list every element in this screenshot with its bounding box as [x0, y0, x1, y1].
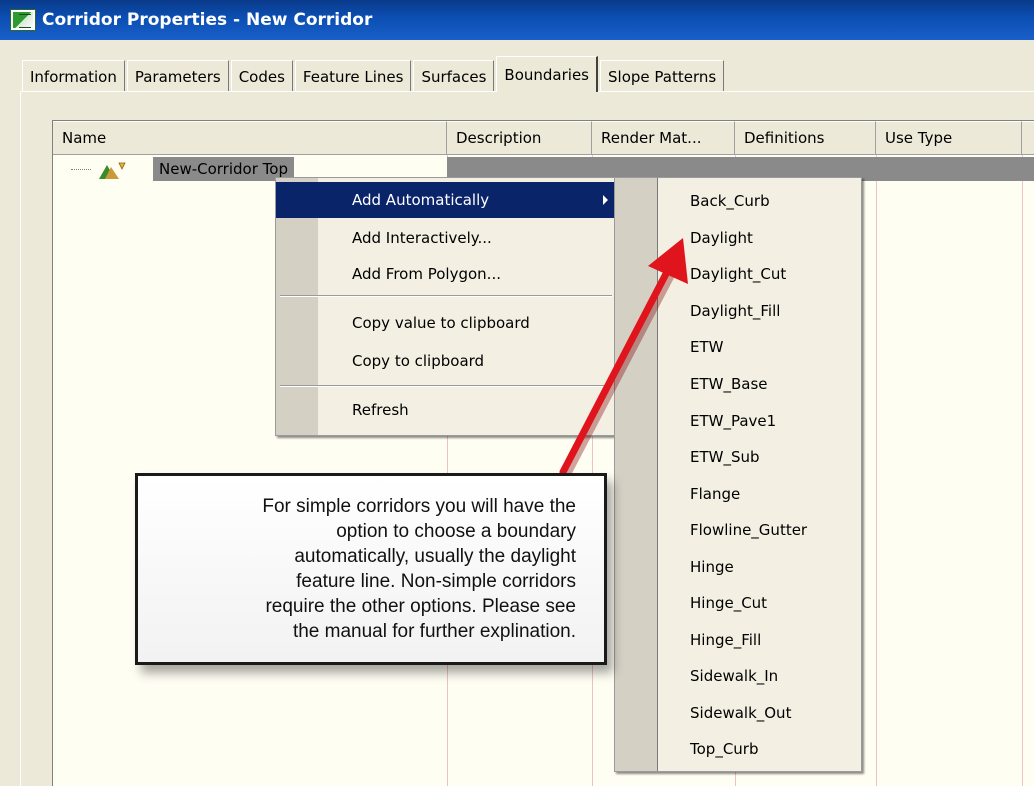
submenu-item-back-curb[interactable]: Back_Curb — [615, 183, 861, 219]
column-header-row: Name Description Render Mat... Definitio… — [53, 121, 1034, 155]
column-divider — [876, 155, 877, 786]
submenu-item-daylight-cut[interactable]: Daylight_Cut — [615, 256, 861, 292]
callout-line: For simple corridors you will have the — [262, 496, 576, 517]
callout-line: feature line. Non-simple corridors — [296, 571, 576, 592]
callout-line: automatically, usually the daylight — [294, 546, 576, 567]
tab-slope-patterns[interactable]: Slope Patterns — [600, 60, 725, 92]
corridor-properties-icon — [10, 9, 36, 31]
submenu-item-etw[interactable]: ETW — [615, 329, 861, 365]
menu-copy-to-clipboard[interactable]: Copy to clipboard — [276, 343, 614, 379]
callout-line: require the other options. Please see — [265, 596, 576, 617]
submenu-item-flange[interactable]: Flange — [615, 476, 861, 512]
menu-add-from-polygon[interactable]: Add From Polygon... — [276, 256, 614, 292]
menu-refresh[interactable]: Refresh — [276, 392, 614, 428]
submenu-item-flowline-gutter[interactable]: Flowline_Gutter — [615, 512, 861, 548]
column-description[interactable]: Description — [447, 121, 592, 155]
menu-item-label: Add Automatically — [352, 191, 490, 209]
submenu-item-top-curb[interactable]: Top_Curb — [615, 731, 861, 767]
submenu-item-sidewalk-in[interactable]: Sidewalk_In — [615, 658, 861, 694]
tab-feature-lines[interactable]: Feature Lines — [294, 60, 412, 92]
submenu-item-daylight[interactable]: Daylight — [615, 220, 861, 256]
column-divider — [1022, 155, 1023, 786]
title-bar: Corridor Properties - New Corridor — [0, 0, 1034, 40]
callout-line: option to choose a boundary — [336, 521, 576, 542]
column-extra — [1022, 121, 1034, 155]
submenu-item-sidewalk-out[interactable]: Sidewalk_Out — [615, 695, 861, 731]
callout-text: For simple corridors you will have the o… — [166, 494, 576, 644]
column-use-type[interactable]: Use Type — [876, 121, 1022, 155]
column-definitions[interactable]: Definitions — [735, 121, 876, 155]
tab-codes[interactable]: Codes — [230, 60, 293, 92]
menu-copy-value-to-clipboard[interactable]: Copy value to clipboard — [276, 305, 614, 341]
menu-separator — [280, 295, 612, 297]
submenu-item-etw-sub[interactable]: ETW_Sub — [615, 439, 861, 475]
submenu-item-etw-pave1[interactable]: ETW_Pave1 — [615, 403, 861, 439]
submenu-item-etw-base[interactable]: ETW_Base — [615, 366, 861, 402]
tree-connector — [71, 169, 91, 170]
menu-add-interactively[interactable]: Add Interactively... — [276, 220, 614, 256]
corridor-row-label[interactable]: New-Corridor Top — [153, 157, 294, 181]
tab-parameters[interactable]: Parameters — [126, 60, 229, 92]
submenu-item-hinge-cut[interactable]: Hinge_Cut — [615, 585, 861, 621]
context-menu: Add Automatically Add Interactively... A… — [275, 177, 615, 436]
tab-information[interactable]: Information — [22, 60, 125, 92]
window-title: Corridor Properties - New Corridor — [42, 10, 373, 30]
submenu-item-hinge[interactable]: Hinge — [615, 549, 861, 585]
annotation-callout: For simple corridors you will have the o… — [135, 473, 607, 665]
menu-separator — [280, 385, 612, 387]
submenu-item-daylight-fill[interactable]: Daylight_Fill — [615, 293, 861, 329]
column-name[interactable]: Name — [53, 121, 447, 155]
submenu-item-hinge-fill[interactable]: Hinge_Fill — [615, 622, 861, 658]
submenu-arrow-icon — [603, 195, 608, 205]
column-render-material[interactable]: Render Mat... — [592, 121, 735, 155]
callout-line: the manual for further explination. — [292, 621, 576, 642]
menu-add-automatically[interactable]: Add Automatically — [276, 182, 614, 218]
tab-strip: Information Parameters Codes Feature Lin… — [22, 56, 726, 92]
tab-boundaries[interactable]: Boundaries — [496, 56, 598, 92]
corridor-icon — [99, 162, 126, 179]
tab-surfaces[interactable]: Surfaces — [413, 60, 495, 92]
add-automatically-submenu: Back_Curb Daylight Daylight_Cut Daylight… — [614, 177, 862, 772]
